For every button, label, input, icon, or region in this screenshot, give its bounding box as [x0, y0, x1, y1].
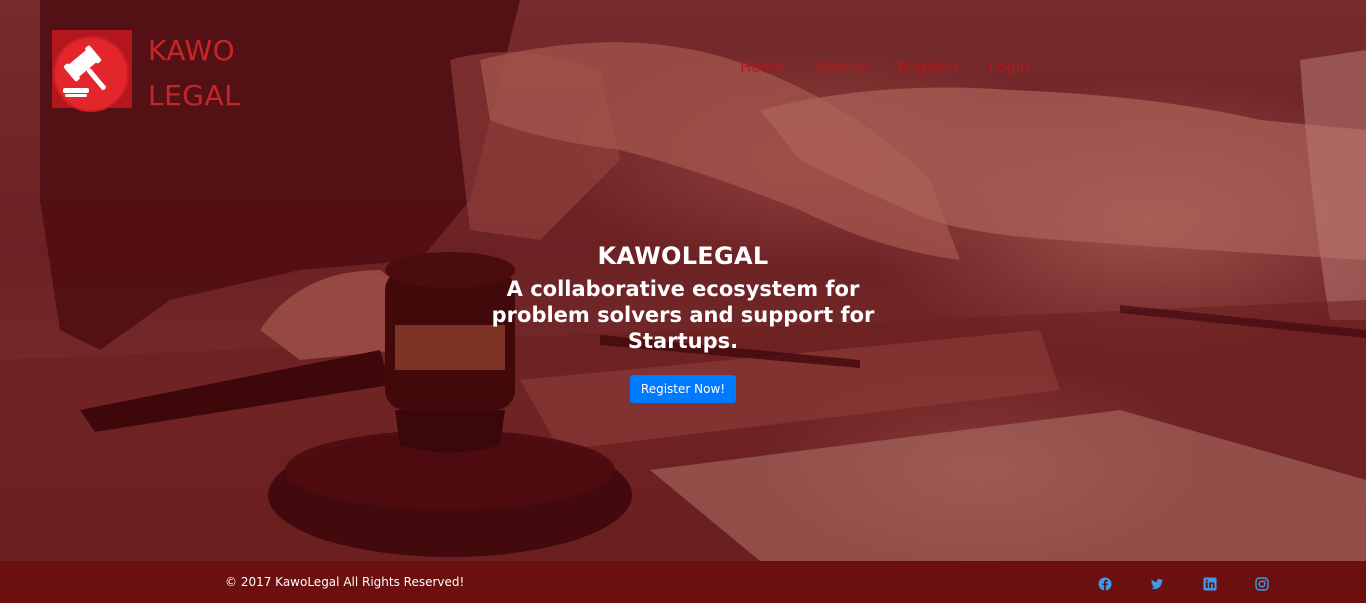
- nav-startup[interactable]: Startup: [813, 58, 869, 76]
- hero-content: KAWOLEGAL A collaborative ecosystem for …: [0, 242, 1366, 403]
- brand-line-2: LEGAL: [148, 79, 241, 112]
- facebook-icon[interactable]: [1098, 577, 1112, 591]
- nav-register[interactable]: Register: [898, 58, 960, 76]
- linkedin-icon[interactable]: [1203, 577, 1217, 591]
- gavel-icon[interactable]: [53, 36, 129, 112]
- nav-home[interactable]: Home: [740, 58, 784, 76]
- twitter-icon[interactable]: [1150, 577, 1164, 591]
- page: KAWO LEGAL Home Startup Register Login K…: [0, 0, 1366, 603]
- register-now-button[interactable]: Register Now!: [629, 375, 737, 403]
- main-nav: Home Startup Register Login: [740, 58, 1058, 76]
- instagram-icon[interactable]: [1255, 577, 1269, 591]
- brand-name[interactable]: KAWO LEGAL: [148, 28, 240, 118]
- brand-line-1: KAWO: [148, 34, 236, 67]
- footer: © 2017 KawoLegal All Rights Reserved!: [0, 561, 1366, 603]
- hero-title: KAWOLEGAL: [597, 242, 769, 270]
- hero-subtitle: A collaborative ecosystem for problem so…: [491, 277, 875, 353]
- copyright-text: © 2017 KawoLegal All Rights Reserved!: [225, 575, 465, 589]
- nav-login[interactable]: Login: [989, 58, 1029, 76]
